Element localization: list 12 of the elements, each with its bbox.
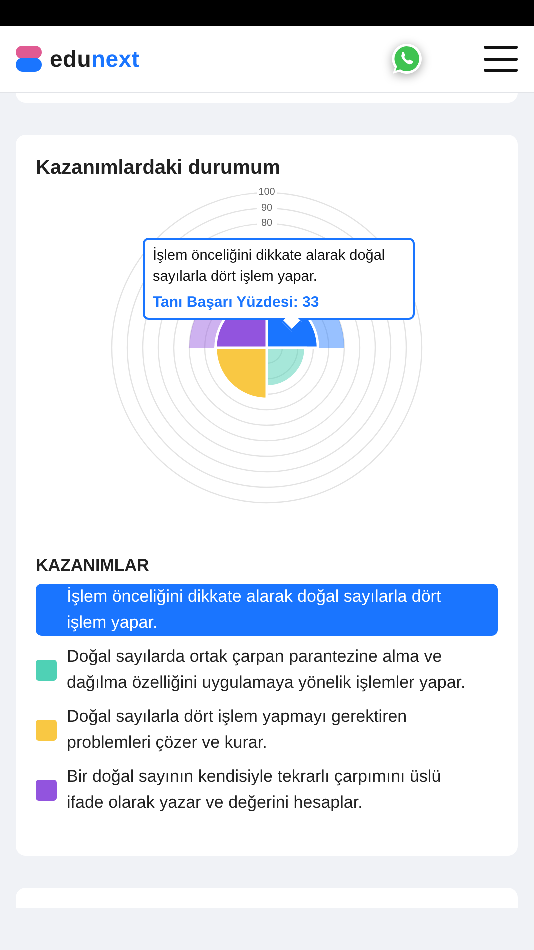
axis-tick-label: 90 [257,202,277,214]
tooltip-text: İşlem önceliğini dikkate alarak doğal sayılarla dört işlem yapar. [153,246,386,287]
legend-item[interactable]: İşlem önceliğini dikkate alarak doğal sayılarla dört işlem yapar. [36,584,498,636]
card-title: Kazanımlardaki durumum [36,157,282,180]
menu-button[interactable] [484,46,518,72]
legend-item[interactable]: Doğal sayılarda ortak çarpan parantezine alma ve dağılma özelliğini uygulamaya yönelik işlemler yapar. [36,644,498,696]
logo-text: edunext [50,46,140,72]
tooltip-value: Tanı Başarı Yüzdesi: 33 [153,294,320,311]
legend-item[interactable]: Bir doğal sayının kendisiyle tekrarlı çarpımını üslü ifade olarak yazar ve değerini hesaplar. [36,764,498,816]
legend-item[interactable]: Doğal sayılarla dört işlem yapmayı gerektiren problemleri çözer ve kurar. [36,704,498,756]
legend-title: KAZANIMLAR [36,556,150,576]
logo-icon [16,46,42,72]
